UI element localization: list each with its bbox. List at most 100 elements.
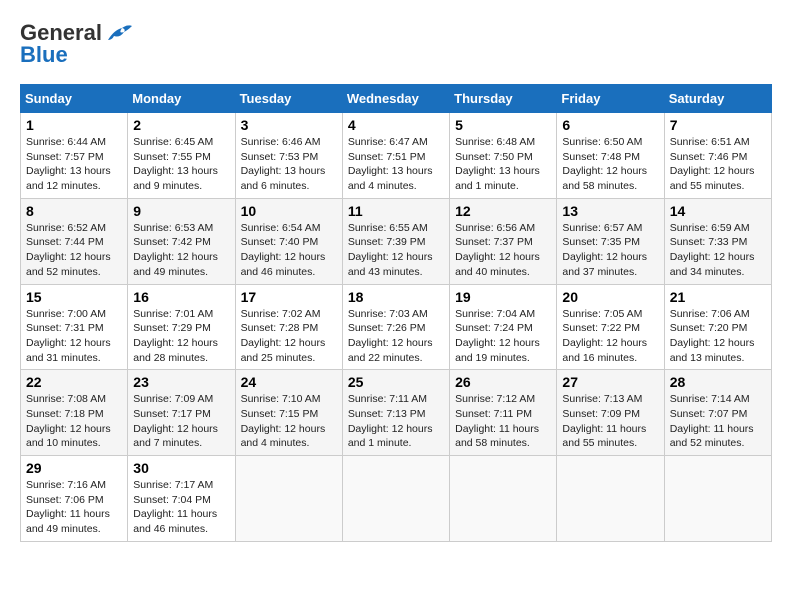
cell-content: Sunrise: 6:45 AM Sunset: 7:55 PM Dayligh… [133,135,229,194]
cell-content: Sunrise: 6:46 AM Sunset: 7:53 PM Dayligh… [241,135,337,194]
calendar-cell: 14 Sunrise: 6:59 AM Sunset: 7:33 PM Dayli… [664,198,771,284]
cell-content: Sunrise: 6:59 AM Sunset: 7:33 PM Dayligh… [670,221,766,280]
calendar-cell: 30Sunrise: 7:17 AM Sunset: 7:04 PM Dayli… [128,456,235,542]
calendar-cell: 21 Sunrise: 7:06 AM Sunset: 7:20 PM Dayli… [664,284,771,370]
calendar-cell: 11 Sunrise: 6:55 AM Sunset: 7:39 PM Dayli… [342,198,449,284]
calendar-cell: 17 Sunrise: 7:02 AM Sunset: 7:28 PM Dayli… [235,284,342,370]
cell-content: Sunrise: 6:52 AM Sunset: 7:44 PM Dayligh… [26,221,122,280]
calendar-week-row: 22Sunrise: 7:08 AM Sunset: 7:18 PM Dayli… [21,370,772,456]
calendar-cell: 9 Sunrise: 6:53 AM Sunset: 7:42 PM Daylig… [128,198,235,284]
cell-content: Sunrise: 6:54 AM Sunset: 7:40 PM Dayligh… [241,221,337,280]
column-header-thursday: Thursday [450,85,557,113]
calendar-cell: 28 Sunrise: 7:14 AM Sunset: 7:07 PM Dayli… [664,370,771,456]
day-number: 18 [348,289,444,305]
calendar-cell: 16 Sunrise: 7:01 AM Sunset: 7:29 PM Dayli… [128,284,235,370]
day-number: 29 [26,460,122,476]
day-number: 8 [26,203,122,219]
column-header-saturday: Saturday [664,85,771,113]
calendar-week-row: 8 Sunrise: 6:52 AM Sunset: 7:44 PM Daylig… [21,198,772,284]
calendar-cell: 22Sunrise: 7:08 AM Sunset: 7:18 PM Dayli… [21,370,128,456]
cell-content: Sunrise: 7:04 AM Sunset: 7:24 PM Dayligh… [455,307,551,366]
calendar-cell: 26 Sunrise: 7:12 AM Sunset: 7:11 PM Dayli… [450,370,557,456]
calendar-week-row: 1 Sunrise: 6:44 AM Sunset: 7:57 PM Daylig… [21,113,772,199]
column-header-friday: Friday [557,85,664,113]
calendar-cell: 8 Sunrise: 6:52 AM Sunset: 7:44 PM Daylig… [21,198,128,284]
calendar-cell: 18Sunrise: 7:03 AM Sunset: 7:26 PM Dayli… [342,284,449,370]
day-number: 13 [562,203,658,219]
calendar-cell: 29 Sunrise: 7:16 AM Sunset: 7:06 PM Dayli… [21,456,128,542]
day-number: 25 [348,374,444,390]
cell-content: Sunrise: 6:51 AM Sunset: 7:46 PM Dayligh… [670,135,766,194]
calendar-cell: 4 Sunrise: 6:47 AM Sunset: 7:51 PM Daylig… [342,113,449,199]
day-number: 12 [455,203,551,219]
day-number: 14 [670,203,766,219]
day-number: 11 [348,203,444,219]
calendar-cell: 23 Sunrise: 7:09 AM Sunset: 7:17 PM Dayli… [128,370,235,456]
day-number: 6 [562,117,658,133]
cell-content: Sunrise: 6:53 AM Sunset: 7:42 PM Dayligh… [133,221,229,280]
cell-content: Sunrise: 7:10 AM Sunset: 7:15 PM Dayligh… [241,392,337,451]
calendar-cell: 1 Sunrise: 6:44 AM Sunset: 7:57 PM Daylig… [21,113,128,199]
day-number: 24 [241,374,337,390]
cell-content: Sunrise: 7:14 AM Sunset: 7:07 PM Dayligh… [670,392,766,451]
cell-content: Sunrise: 6:47 AM Sunset: 7:51 PM Dayligh… [348,135,444,194]
page-header: General Blue [20,20,772,68]
cell-content: Sunrise: 7:17 AM Sunset: 7:04 PM Dayligh… [133,478,229,537]
calendar-cell: 19Sunrise: 7:04 AM Sunset: 7:24 PM Dayli… [450,284,557,370]
day-number: 16 [133,289,229,305]
day-number: 28 [670,374,766,390]
calendar-cell: 27Sunrise: 7:13 AM Sunset: 7:09 PM Dayli… [557,370,664,456]
column-header-sunday: Sunday [21,85,128,113]
calendar-table: SundayMondayTuesdayWednesdayThursdayFrid… [20,84,772,542]
calendar-cell [235,456,342,542]
calendar-cell: 12Sunrise: 6:56 AM Sunset: 7:37 PM Dayli… [450,198,557,284]
day-number: 1 [26,117,122,133]
column-header-monday: Monday [128,85,235,113]
calendar-cell: 2 Sunrise: 6:45 AM Sunset: 7:55 PM Daylig… [128,113,235,199]
calendar-cell: 13 Sunrise: 6:57 AM Sunset: 7:35 PM Dayli… [557,198,664,284]
cell-content: Sunrise: 6:55 AM Sunset: 7:39 PM Dayligh… [348,221,444,280]
calendar-cell [342,456,449,542]
day-number: 9 [133,203,229,219]
day-number: 7 [670,117,766,133]
cell-content: Sunrise: 7:11 AM Sunset: 7:13 PM Dayligh… [348,392,444,451]
day-number: 4 [348,117,444,133]
calendar-cell: 6Sunrise: 6:50 AM Sunset: 7:48 PM Daylig… [557,113,664,199]
logo-blue-text: Blue [20,42,68,68]
day-number: 26 [455,374,551,390]
cell-content: Sunrise: 6:57 AM Sunset: 7:35 PM Dayligh… [562,221,658,280]
calendar-cell: 25 Sunrise: 7:11 AM Sunset: 7:13 PM Dayli… [342,370,449,456]
logo-bird-icon [104,22,132,44]
calendar-week-row: 29 Sunrise: 7:16 AM Sunset: 7:06 PM Dayli… [21,456,772,542]
day-number: 10 [241,203,337,219]
calendar-cell [450,456,557,542]
calendar-cell: 5Sunrise: 6:48 AM Sunset: 7:50 PM Daylig… [450,113,557,199]
cell-content: Sunrise: 7:12 AM Sunset: 7:11 PM Dayligh… [455,392,551,451]
day-number: 17 [241,289,337,305]
cell-content: Sunrise: 6:44 AM Sunset: 7:57 PM Dayligh… [26,135,122,194]
column-header-wednesday: Wednesday [342,85,449,113]
day-number: 15 [26,289,122,305]
cell-content: Sunrise: 7:09 AM Sunset: 7:17 PM Dayligh… [133,392,229,451]
day-number: 22 [26,374,122,390]
calendar-cell: 3 Sunrise: 6:46 AM Sunset: 7:53 PM Daylig… [235,113,342,199]
day-number: 23 [133,374,229,390]
cell-content: Sunrise: 7:00 AM Sunset: 7:31 PM Dayligh… [26,307,122,366]
logo: General Blue [20,20,132,68]
cell-content: Sunrise: 7:13 AM Sunset: 7:09 PM Dayligh… [562,392,658,451]
calendar-cell: 10 Sunrise: 6:54 AM Sunset: 7:40 PM Dayli… [235,198,342,284]
cell-content: Sunrise: 7:16 AM Sunset: 7:06 PM Dayligh… [26,478,122,537]
day-number: 2 [133,117,229,133]
day-number: 21 [670,289,766,305]
calendar-header-row: SundayMondayTuesdayWednesdayThursdayFrid… [21,85,772,113]
calendar-week-row: 15 Sunrise: 7:00 AM Sunset: 7:31 PM Dayli… [21,284,772,370]
calendar-cell [664,456,771,542]
calendar-cell: 15 Sunrise: 7:00 AM Sunset: 7:31 PM Dayli… [21,284,128,370]
calendar-cell: 24 Sunrise: 7:10 AM Sunset: 7:15 PM Dayli… [235,370,342,456]
cell-content: Sunrise: 7:01 AM Sunset: 7:29 PM Dayligh… [133,307,229,366]
day-number: 20 [562,289,658,305]
day-number: 3 [241,117,337,133]
cell-content: Sunrise: 7:06 AM Sunset: 7:20 PM Dayligh… [670,307,766,366]
calendar-cell [557,456,664,542]
cell-content: Sunrise: 7:02 AM Sunset: 7:28 PM Dayligh… [241,307,337,366]
